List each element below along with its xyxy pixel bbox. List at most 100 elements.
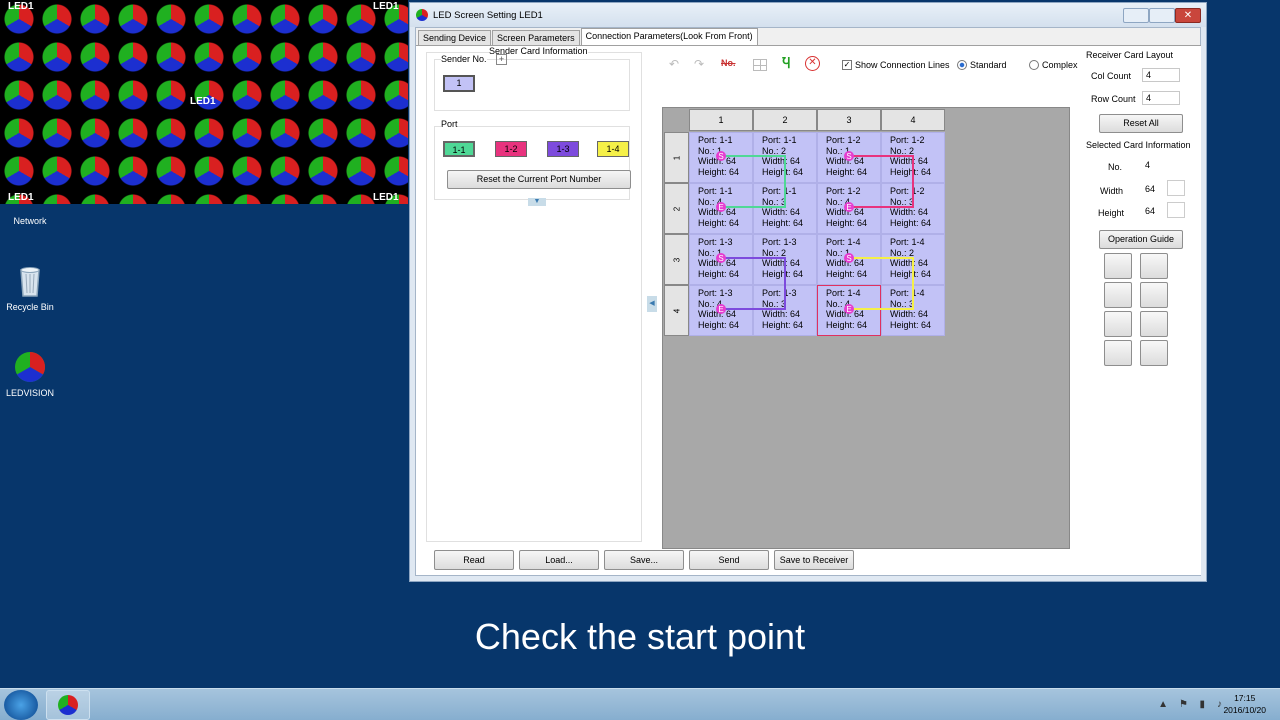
- receiver-card-cell[interactable]: Port: 1-3 No.: 2 Width: 64 Height: 64: [753, 234, 817, 285]
- row-header[interactable]: 3: [664, 234, 689, 285]
- cell-port: Port: 1-4: [890, 288, 925, 298]
- tab-sending-device[interactable]: Sending Device: [418, 30, 492, 46]
- grid-icon[interactable]: [753, 59, 767, 71]
- undo-icon[interactable]: ↶: [669, 57, 679, 71]
- cell-width: Width: 64: [762, 207, 801, 217]
- receiver-card-cell[interactable]: Port: 1-3 No.: 3 Width: 64 Height: 64: [753, 285, 817, 336]
- save-to-receiver-button[interactable]: Save to Receiver: [774, 550, 854, 570]
- collapse-panel-icon[interactable]: ◀: [647, 296, 657, 312]
- cell-height: Height: 64: [890, 319, 932, 330]
- receiver-card-cell[interactable]: Port: 1-1 No.: 1 Width: 64 Height: 64: [689, 132, 753, 183]
- taskbar: ▲ ⚑ ▮ ♪ 17:15 2016/10/20: [0, 688, 1280, 720]
- height-lock-icon[interactable]: [1167, 202, 1185, 218]
- receiver-card-cell[interactable]: Port: 1-1 No.: 4 Width: 64 Height: 64: [689, 183, 753, 234]
- row-header[interactable]: 1: [664, 132, 689, 183]
- tray-flag-icon[interactable]: ⚑: [1179, 699, 1188, 710]
- add-sender-icon[interactable]: +: [496, 54, 507, 65]
- tray-volume-icon[interactable]: ♪: [1217, 699, 1222, 710]
- desktop-icon-recycle-bin[interactable]: Recycle Bin: [0, 264, 60, 312]
- expand-arrow-icon[interactable]: ▼: [528, 198, 546, 206]
- receiver-card-cell[interactable]: Port: 1-2 No.: 2 Width: 64 Height: 64: [881, 132, 945, 183]
- cell-width: Width: 64: [826, 207, 865, 217]
- tab-strip: Sending Device Screen Parameters Connect…: [418, 28, 759, 46]
- led-screen-setting-window: LED Screen Setting LED1 ✕ Sending Device…: [409, 2, 1207, 582]
- redo-icon[interactable]: ↷: [694, 57, 704, 71]
- layout-horizontal-zigzag-icon[interactable]: [1104, 253, 1132, 279]
- column-header[interactable]: 2: [753, 109, 817, 131]
- sender-no-button[interactable]: 1: [443, 75, 475, 92]
- receiver-card-cell[interactable]: Port: 1-2 No.: 1 Width: 64 Height: 64: [817, 132, 881, 183]
- ledvision-taskbar-icon: [58, 695, 78, 715]
- cell-width: Width: 64: [698, 309, 737, 319]
- layout-horizontal-zigzag-reverse-icon[interactable]: [1140, 253, 1168, 279]
- reset-all-button[interactable]: Reset All: [1099, 114, 1183, 133]
- layout-vertical-snake-reverse-icon[interactable]: [1140, 340, 1168, 366]
- col-count-spinner[interactable]: 4: [1142, 68, 1180, 82]
- tab-content: Sender Card Information Sender No. + 1 P…: [416, 45, 1201, 575]
- desktop-icon-network[interactable]: Network: [0, 216, 60, 226]
- tab-screen-parameters[interactable]: Screen Parameters: [492, 30, 580, 46]
- port-button-1-1[interactable]: 1-1: [443, 141, 475, 157]
- clock[interactable]: 17:15 2016/10/20: [1223, 692, 1266, 716]
- receiver-card-cell[interactable]: Port: 1-3 No.: 4 Width: 64 Height: 64: [689, 285, 753, 336]
- send-button[interactable]: Send: [689, 550, 769, 570]
- cell-no: No.: 1: [826, 145, 851, 156]
- maximize-button[interactable]: [1149, 8, 1175, 23]
- connection-grid[interactable]: 1234 1234 Port: 1-1 No.: 1 Width: 64 Height…: [662, 107, 1070, 549]
- tray-up-arrow-icon[interactable]: ▲: [1158, 699, 1168, 710]
- close-button[interactable]: ✕: [1175, 8, 1201, 23]
- receiver-card-cell[interactable]: Port: 1-1 No.: 2 Width: 64 Height: 64: [753, 132, 817, 183]
- layout-vertical-zigzag-icon[interactable]: [1104, 311, 1132, 337]
- receiver-card-cell[interactable]: Port: 1-2 No.: 3 Width: 64 Height: 64: [881, 183, 945, 234]
- receiver-card-cell[interactable]: Port: 1-4 No.: 4 Width: 64 Height: 64: [817, 285, 881, 336]
- port-button-1-4[interactable]: 1-4: [597, 141, 629, 157]
- receiver-card-cell[interactable]: Port: 1-2 No.: 4 Width: 64 Height: 64: [817, 183, 881, 234]
- receiver-card-cell[interactable]: Port: 1-1 No.: 3 Width: 64 Height: 64: [753, 183, 817, 234]
- receiver-card-cell[interactable]: Port: 1-4 No.: 3 Width: 64 Height: 64: [881, 285, 945, 336]
- recycle-bin-label: Recycle Bin: [6, 302, 54, 312]
- cell-no: No.: 1: [698, 145, 723, 156]
- load-button[interactable]: Load...: [519, 550, 599, 570]
- layout-vertical-zigzag-reverse-icon[interactable]: [1140, 311, 1168, 337]
- column-header[interactable]: 3: [817, 109, 881, 131]
- tray-network-icon[interactable]: ▮: [1199, 699, 1205, 710]
- layout-vertical-snake-icon[interactable]: [1104, 340, 1132, 366]
- column-header[interactable]: 4: [881, 109, 945, 131]
- port-button-1-3[interactable]: 1-3: [547, 141, 579, 157]
- cell-port: Port: 1-3: [698, 237, 733, 247]
- title-bar[interactable]: LED Screen Setting LED1: [410, 3, 1206, 27]
- receiver-card-cell[interactable]: Port: 1-4 No.: 1 Width: 64 Height: 64: [817, 234, 881, 285]
- cancel-icon[interactable]: ✕: [805, 56, 820, 71]
- desktop-icon-ledvision[interactable]: LEDVISION: [0, 350, 60, 398]
- cell-width: Width: 64: [826, 258, 865, 268]
- taskbar-ledvision[interactable]: [46, 690, 90, 720]
- route-icon[interactable]: Ⴏ: [782, 56, 790, 72]
- window-title: LED Screen Setting LED1: [433, 9, 543, 21]
- cell-port: Port: 1-3: [762, 237, 797, 247]
- cell-port: Port: 1-2: [890, 186, 925, 196]
- tab-connection-parameters[interactable]: Connection Parameters(Look From Front): [580, 28, 758, 46]
- clear-number-icon[interactable]: No.: [721, 58, 736, 68]
- cell-port: Port: 1-1: [698, 135, 733, 145]
- standard-radio[interactable]: [957, 60, 967, 70]
- port-button-1-2[interactable]: 1-2: [495, 141, 527, 157]
- show-lines-checkbox[interactable]: ✓: [842, 60, 852, 70]
- row-header[interactable]: 2: [664, 183, 689, 234]
- read-button[interactable]: Read: [434, 550, 514, 570]
- receiver-card-cell[interactable]: Port: 1-4 No.: 2 Width: 64 Height: 64: [881, 234, 945, 285]
- complex-radio[interactable]: [1029, 60, 1039, 70]
- reset-port-button[interactable]: Reset the Current Port Number: [447, 170, 631, 189]
- led-label-bottom-left: LED1: [8, 192, 34, 203]
- save-button[interactable]: Save...: [604, 550, 684, 570]
- layout-horizontal-snake-reverse-icon[interactable]: [1140, 282, 1168, 308]
- layout-horizontal-snake-icon[interactable]: [1104, 282, 1132, 308]
- receiver-card-cell[interactable]: Port: 1-3 No.: 1 Width: 64 Height: 64: [689, 234, 753, 285]
- width-lock-icon[interactable]: [1167, 180, 1185, 196]
- show-lines-label: Show Connection Lines: [855, 60, 950, 70]
- operation-guide-button[interactable]: Operation Guide: [1099, 230, 1183, 249]
- start-button[interactable]: [4, 690, 38, 720]
- minimize-button[interactable]: [1123, 8, 1149, 23]
- row-count-spinner[interactable]: 4: [1142, 91, 1180, 105]
- column-header[interactable]: 1: [689, 109, 753, 131]
- row-header[interactable]: 4: [664, 285, 689, 336]
